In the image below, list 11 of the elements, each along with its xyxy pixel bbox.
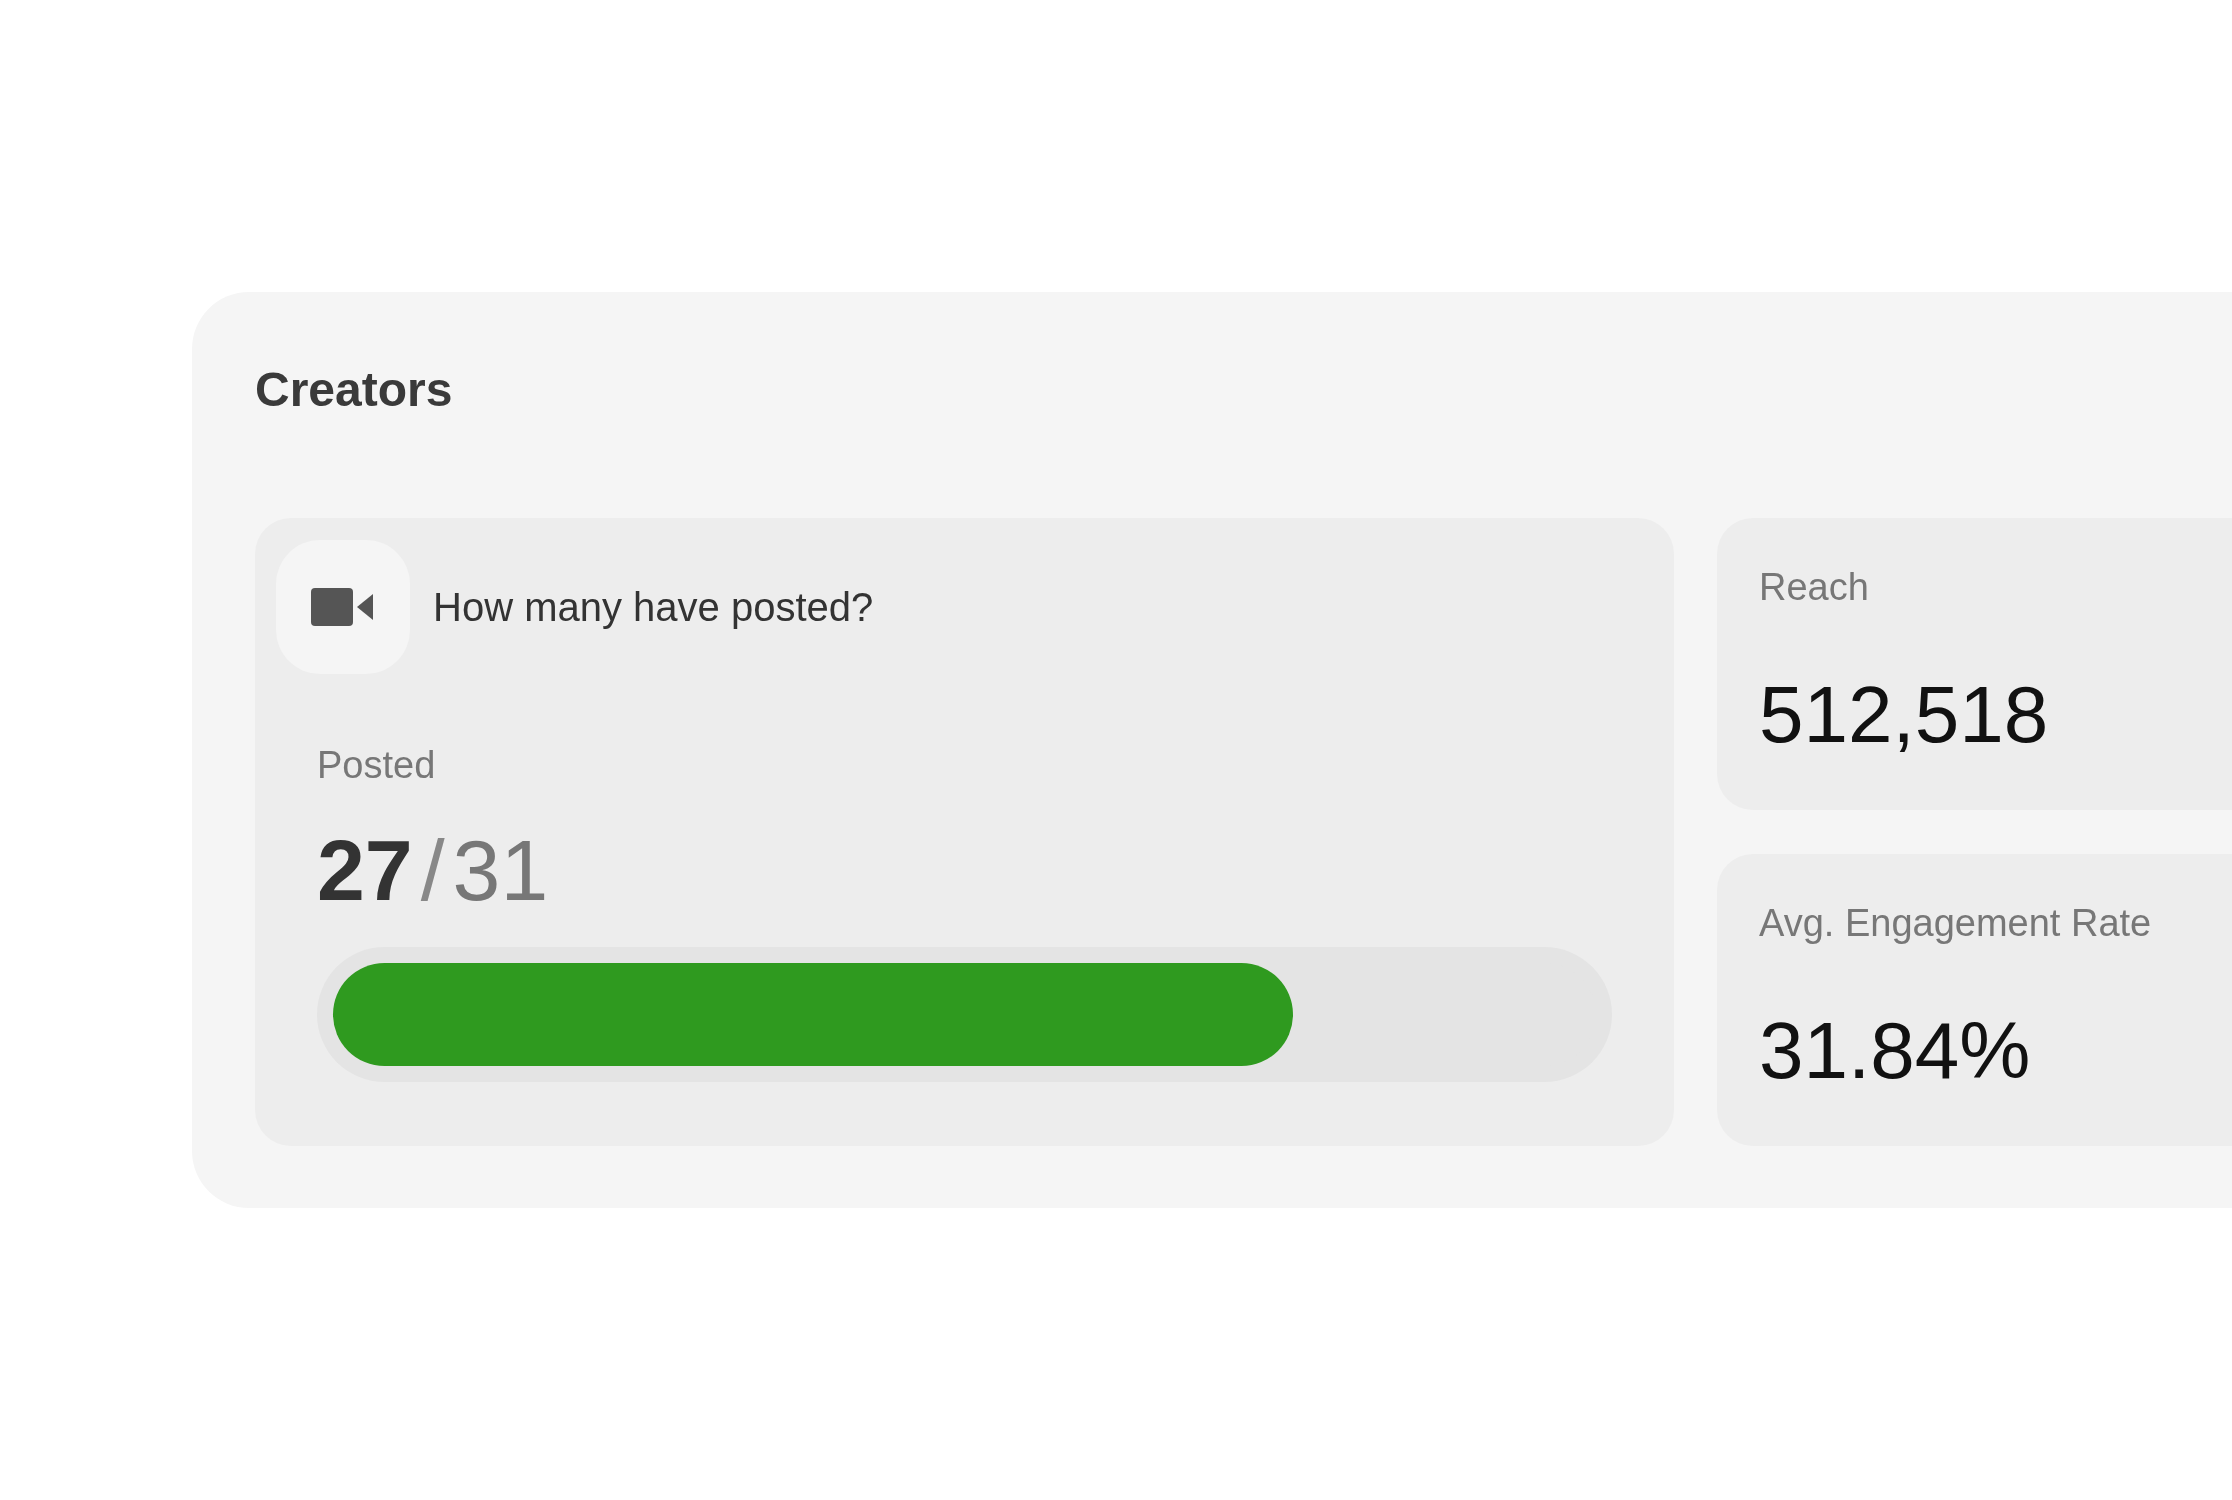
posted-count: 27 — [317, 827, 413, 913]
panel-title: Creators — [255, 362, 454, 418]
total-count: 31 — [452, 827, 549, 913]
question-text: How many have posted? — [433, 584, 874, 630]
metric-label: Avg. Engagement Rate — [1759, 902, 2152, 945]
metric-value: 512,518 — [1759, 675, 2049, 755]
metric-value: 31.84% — [1759, 1011, 2031, 1091]
posted-label: Posted — [317, 744, 436, 787]
separator: / — [420, 827, 445, 913]
video-camera-icon — [311, 588, 375, 626]
metric-label: Reach — [1759, 566, 1869, 609]
